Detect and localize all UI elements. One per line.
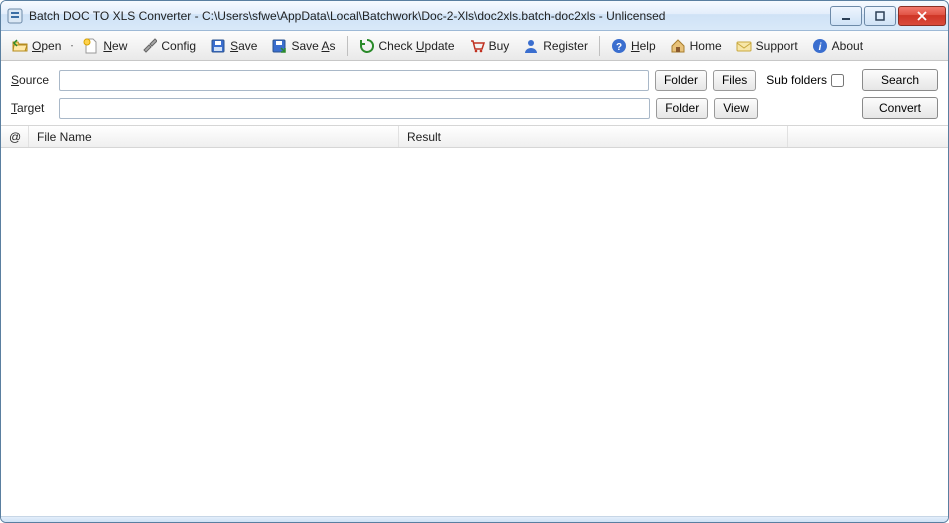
- subfolders-label: Sub folders: [766, 73, 827, 87]
- open-dropdown[interactable]: [68, 44, 76, 48]
- register-button[interactable]: Register: [516, 34, 595, 58]
- support-icon: [736, 38, 752, 54]
- column-filename[interactable]: File Name: [29, 126, 399, 147]
- toolbar-separator: [599, 36, 600, 56]
- svg-text:i: i: [818, 42, 821, 53]
- new-file-icon: [83, 38, 99, 54]
- about-icon: i: [812, 38, 828, 54]
- window-title: Batch DOC TO XLS Converter - C:\Users\sf…: [29, 9, 830, 23]
- save-button[interactable]: Save: [203, 34, 264, 58]
- convert-button[interactable]: Convert: [862, 97, 938, 119]
- subfolders-checkbox-group[interactable]: Sub folders: [766, 73, 844, 87]
- home-label: Home: [690, 39, 722, 53]
- search-button[interactable]: Search: [862, 69, 938, 91]
- buy-label: Buy: [489, 39, 510, 53]
- config-button[interactable]: Config: [134, 34, 203, 58]
- about-label: About: [832, 39, 863, 53]
- app-icon: [7, 8, 23, 24]
- main-toolbar: Open New Config Save Save As Check Updat…: [1, 31, 948, 61]
- open-label: Open: [32, 39, 61, 53]
- target-folder-button[interactable]: Folder: [656, 98, 708, 119]
- open-button[interactable]: Open: [5, 34, 68, 58]
- close-button[interactable]: [898, 6, 946, 26]
- folder-open-icon: [12, 38, 28, 54]
- column-spacer: [788, 126, 948, 147]
- source-folder-button[interactable]: Folder: [655, 70, 707, 91]
- home-button[interactable]: Home: [663, 34, 729, 58]
- window-footer-border: [1, 516, 948, 522]
- window-controls: [830, 6, 946, 26]
- save-as-icon: [271, 38, 287, 54]
- buy-button[interactable]: Buy: [462, 34, 517, 58]
- config-icon: [141, 38, 157, 54]
- about-button[interactable]: i About: [805, 34, 870, 58]
- source-label: Source: [11, 73, 53, 87]
- target-view-button[interactable]: View: [714, 98, 758, 119]
- check-update-label: Check Update: [379, 39, 455, 53]
- io-panel: Source Folder Files Sub folders Search T…: [1, 61, 948, 126]
- save-as-button[interactable]: Save As: [264, 34, 342, 58]
- target-row: Target Folder View Convert: [11, 97, 938, 119]
- column-result[interactable]: Result: [399, 126, 788, 147]
- save-label: Save: [230, 39, 257, 53]
- column-at[interactable]: @: [1, 126, 29, 147]
- help-icon: ?: [611, 38, 627, 54]
- update-icon: [359, 38, 375, 54]
- toolbar-separator: [347, 36, 348, 56]
- new-button[interactable]: New: [76, 34, 134, 58]
- register-label: Register: [543, 39, 588, 53]
- grid-body[interactable]: [1, 148, 948, 516]
- register-icon: [523, 38, 539, 54]
- buy-icon: [469, 38, 485, 54]
- config-label: Config: [161, 39, 196, 53]
- check-update-button[interactable]: Check Update: [352, 34, 462, 58]
- save-as-label: Save As: [291, 39, 335, 53]
- target-label: Target: [11, 101, 53, 115]
- target-input[interactable]: [59, 98, 650, 119]
- home-icon: [670, 38, 686, 54]
- grid-header: @ File Name Result: [1, 126, 948, 148]
- support-button[interactable]: Support: [729, 34, 805, 58]
- help-label: Help: [631, 39, 656, 53]
- title-bar: Batch DOC TO XLS Converter - C:\Users\sf…: [1, 1, 948, 31]
- svg-text:?: ?: [616, 42, 622, 53]
- source-row: Source Folder Files Sub folders Search: [11, 69, 938, 91]
- maximize-button[interactable]: [864, 6, 896, 26]
- source-input[interactable]: [59, 70, 649, 91]
- source-files-button[interactable]: Files: [713, 70, 756, 91]
- subfolders-checkbox[interactable]: [831, 74, 844, 87]
- minimize-button[interactable]: [830, 6, 862, 26]
- new-label: New: [103, 39, 127, 53]
- save-icon: [210, 38, 226, 54]
- support-label: Support: [756, 39, 798, 53]
- help-button[interactable]: ? Help: [604, 34, 663, 58]
